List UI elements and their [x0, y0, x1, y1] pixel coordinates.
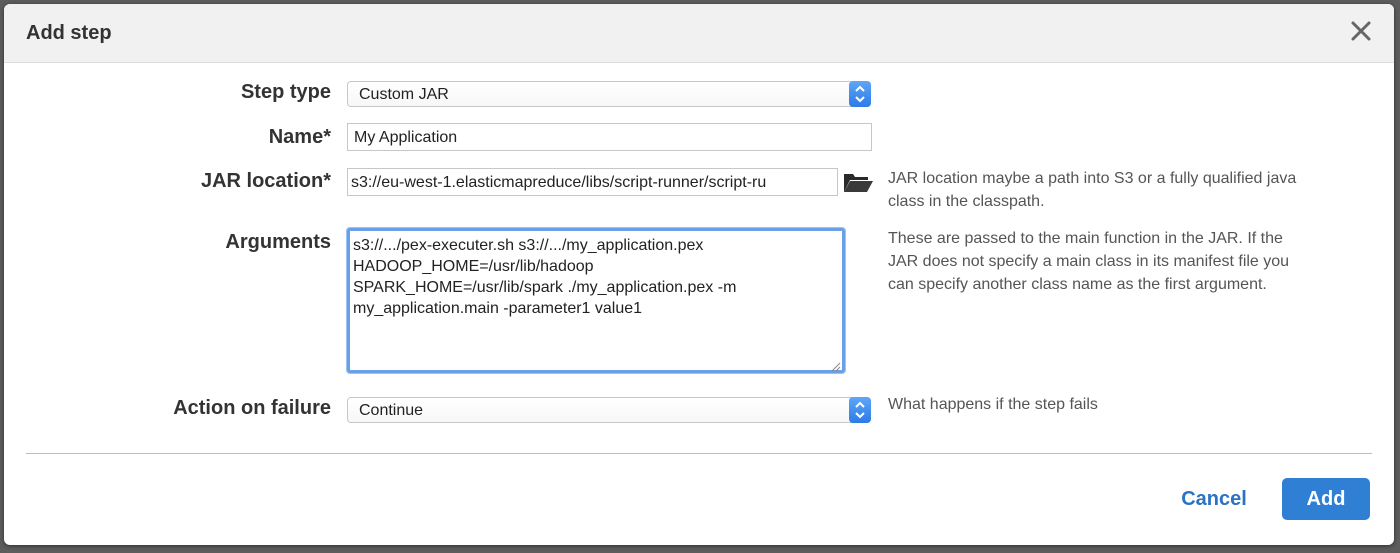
name-input[interactable]: My Application: [347, 123, 872, 151]
folder-icon[interactable]: [842, 170, 874, 194]
name-label: Name*: [268, 126, 331, 148]
action-on-failure-select[interactable]: Continue: [347, 397, 871, 423]
add-step-dialog: Add step Step type Custom JAR Name* My A…: [4, 4, 1394, 545]
jar-location-label: JAR location*: [200, 170, 331, 192]
cancel-button[interactable]: Cancel: [1164, 482, 1264, 516]
arguments-help: These are passed to the main function in…: [888, 230, 1290, 293]
action-on-failure-value: Continue: [359, 402, 424, 419]
footer-divider: [26, 453, 1372, 454]
step-type-label: Step type: [240, 81, 331, 103]
select-stepper-icon: [849, 397, 871, 423]
step-type-value: Custom JAR: [359, 86, 449, 103]
action-on-failure-help: What happens if the step fails: [888, 396, 1098, 413]
dialog-title: Add step: [26, 22, 112, 44]
select-stepper-icon: [849, 81, 871, 107]
arguments-textarea[interactable]: s3://.../pex-executer.sh s3://.../my_app…: [347, 228, 845, 373]
jar-location-help: JAR location maybe a path into S3 or a f…: [888, 170, 1297, 210]
arguments-line: my_application.main -parameter1 value1: [353, 300, 643, 317]
step-type-select[interactable]: Custom JAR: [347, 81, 871, 107]
jar-location-value: s3://eu-west-1.elasticmapreduce/libs/scr…: [351, 174, 767, 191]
name-input-value: My Application: [354, 129, 458, 146]
arguments-label: Arguments: [225, 231, 331, 253]
add-button[interactable]: Add: [1282, 478, 1370, 520]
action-on-failure-label: Action on failure: [173, 397, 331, 419]
arguments-line: s3://.../pex-executer.sh s3://.../my_app…: [353, 237, 704, 254]
dialog-header: Add step: [4, 4, 1394, 63]
arguments-line: HADOOP_HOME=/usr/lib/hadoop: [353, 258, 594, 275]
jar-location-input[interactable]: s3://eu-west-1.elasticmapreduce/libs/scr…: [347, 168, 838, 196]
arguments-line: SPARK_HOME=/usr/lib/spark ./my_applicati…: [353, 279, 737, 296]
close-icon[interactable]: [1346, 16, 1376, 46]
resize-grip-icon[interactable]: [831, 359, 841, 372]
